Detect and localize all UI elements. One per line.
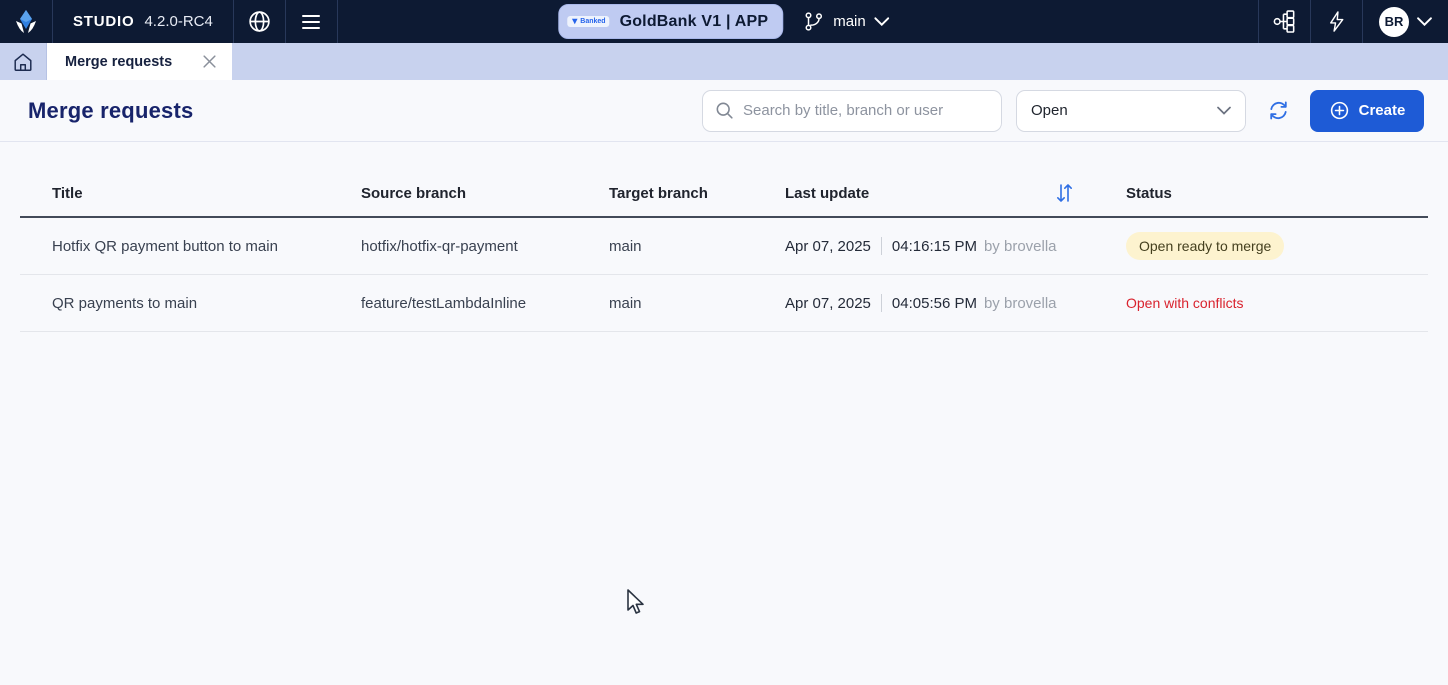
refresh-icon [1267,99,1290,122]
mr-last-update: Apr 07, 2025 04:16:15 PM by brovella [785,237,1126,255]
column-header-title: Title [20,185,361,202]
version-label: 4.2.0-RC4 [144,13,212,30]
sort-toggle[interactable] [1054,182,1074,204]
globe-icon [247,9,272,34]
mr-source-branch: feature/testLambdaInline [361,295,609,312]
status-badge-ready: Open ready to merge [1126,232,1284,260]
mr-source-branch: hotfix/hotfix-qr-payment [361,238,609,255]
merge-requests-table: Title Source branch Target branch Last u… [20,170,1428,332]
home-tab[interactable] [0,43,47,80]
create-button[interactable]: Create [1310,90,1424,132]
branch-selector[interactable]: main [803,11,890,32]
banked-mini-badge: Banked [567,16,609,27]
product-name: STUDIO 4.2.0-RC4 [53,0,233,43]
mr-target-branch: main [609,295,785,312]
column-header-target: Target branch [609,185,785,202]
mouse-cursor [626,589,648,617]
hierarchy-button[interactable] [1259,0,1310,43]
chevron-down-icon [875,17,890,26]
mr-status-cell: Open with conflicts [1126,295,1428,312]
refresh-button[interactable] [1260,93,1296,129]
app-name-label: GoldBank V1 | APP [620,13,769,31]
mr-author: by brovella [984,295,1057,312]
avatar: BR [1379,7,1409,37]
mr-title[interactable]: QR payments to main [20,295,361,312]
close-tab-icon[interactable] [200,53,218,71]
mr-status-cell: Open ready to merge [1126,232,1428,260]
studio-logo-icon[interactable] [0,0,52,43]
banked-mini-label: Banked [580,18,605,25]
mr-time: 04:16:15 PM [892,238,977,255]
table-row[interactable]: Hotfix QR payment button to main hotfix/… [20,218,1428,275]
page-title: Merge requests [28,98,193,124]
mr-time: 04:05:56 PM [892,295,977,312]
chevron-down-icon [1217,106,1231,115]
column-header-source: Source branch [361,185,609,202]
account-menu-button[interactable]: BR [1363,0,1448,43]
mr-author: by brovella [984,238,1057,255]
search-box[interactable] [702,90,1002,132]
status-text-conflict: Open with conflicts [1126,295,1244,311]
create-button-label: Create [1359,102,1406,119]
mr-date: Apr 07, 2025 [785,238,871,255]
org-chart-icon [1272,9,1297,34]
topbar-right: BR [1258,0,1448,43]
chevron-down-icon [1417,17,1432,26]
language-globe-button[interactable] [234,0,285,43]
lightning-icon [1325,10,1348,33]
divider [881,237,882,255]
tab-label: Merge requests [65,54,172,70]
home-icon [12,51,34,73]
topbar-center: Banked GoldBank V1 | APP main [558,0,889,43]
hamburger-icon [299,10,323,34]
table-header-row: Title Source branch Target branch Last u… [20,170,1428,218]
search-input[interactable] [743,102,989,119]
search-icon [715,101,734,120]
sort-arrows-icon [1054,182,1074,204]
branch-name-label: main [833,13,866,30]
column-header-last-update: Last update [785,182,1126,204]
divider [337,0,338,43]
status-filter-select[interactable]: Open [1016,90,1246,132]
divider [881,294,882,312]
mr-last-update: Apr 07, 2025 04:05:56 PM by brovella [785,294,1126,312]
column-header-status: Status [1126,185,1428,202]
page-header: Merge requests Open [0,80,1448,142]
app-selector-button[interactable]: Banked GoldBank V1 | APP [558,4,783,39]
banked-mini-icon [571,18,578,25]
tab-merge-requests[interactable]: Merge requests [47,43,232,80]
product-label: STUDIO [73,13,134,30]
main-menu-button[interactable] [286,0,337,43]
table-row[interactable]: QR payments to main feature/testLambdaIn… [20,275,1428,332]
last-update-label: Last update [785,185,869,202]
app-window: STUDIO 4.2.0-RC4 Banked GoldBa [0,0,1448,685]
filter-selected-value: Open [1031,102,1068,119]
tab-strip: Merge requests [0,43,1448,80]
git-branch-icon [803,11,824,32]
quick-actions-button[interactable] [1311,0,1362,43]
mr-target-branch: main [609,238,785,255]
mr-title[interactable]: Hotfix QR payment button to main [20,238,361,255]
plus-circle-icon [1329,100,1350,121]
mr-date: Apr 07, 2025 [785,295,871,312]
header-actions: Open Create [702,90,1424,132]
topbar: STUDIO 4.2.0-RC4 Banked GoldBa [0,0,1448,43]
